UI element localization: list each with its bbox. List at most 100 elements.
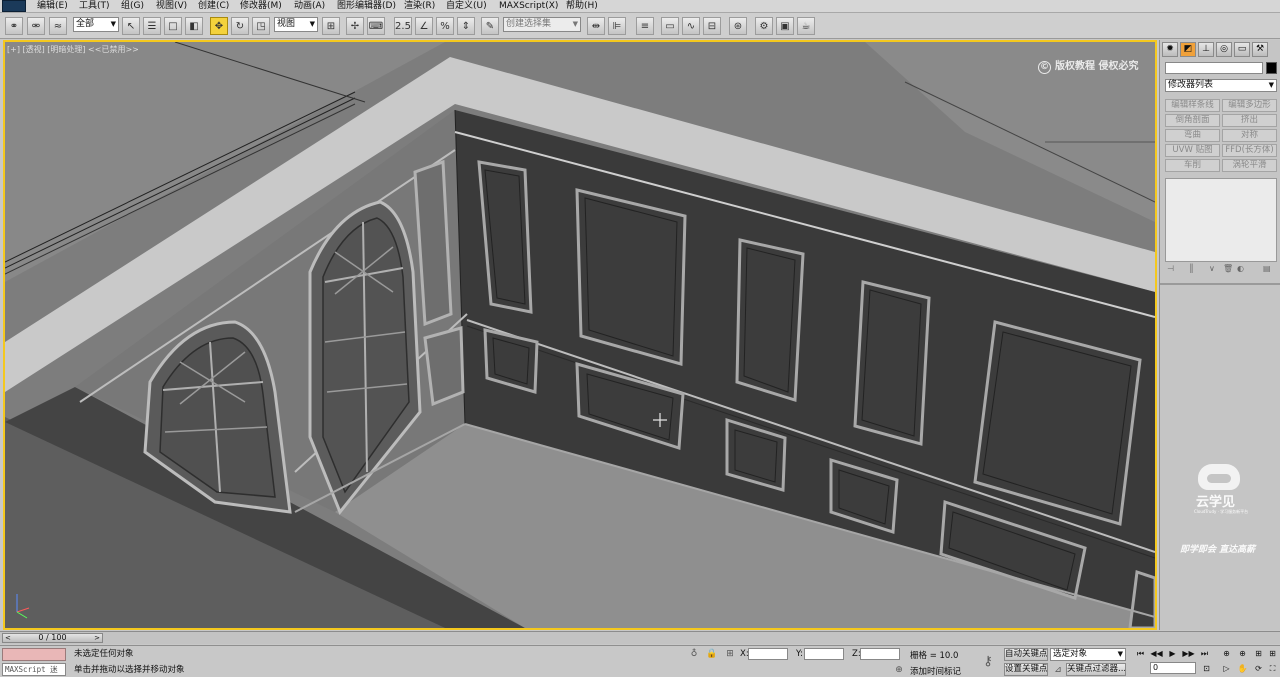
- isolate-icon[interactable]: ♁: [688, 648, 700, 660]
- previous-frame-icon[interactable]: ◀◀: [1150, 648, 1163, 660]
- menu-modifiers[interactable]: 修改器(M): [240, 1, 282, 12]
- menu-tools[interactable]: 工具(T): [79, 1, 110, 12]
- select-manipulate-icon[interactable]: ✢: [346, 17, 364, 35]
- keyboard-shortcut-icon[interactable]: ⌨: [367, 17, 385, 35]
- zoom-all-icon[interactable]: ⊕: [1236, 648, 1249, 660]
- modify-tab-icon[interactable]: ◩: [1180, 42, 1196, 57]
- selection-filter-dropdown[interactable]: 全部 ▼: [73, 17, 119, 32]
- auto-key-button[interactable]: 自动关键点: [1004, 648, 1048, 661]
- modifier-stack-list[interactable]: [1165, 178, 1277, 262]
- modifier-symmetry-button[interactable]: 对称: [1222, 129, 1277, 142]
- app-logo[interactable]: [2, 0, 26, 12]
- zoom-extents-icon[interactable]: ⊞: [1252, 648, 1265, 660]
- zoom-extents-all-icon[interactable]: ⊞: [1266, 648, 1279, 660]
- maxscript-input[interactable]: MAXScript 迷: [2, 663, 66, 676]
- maxscript-listener-mini[interactable]: [2, 648, 66, 661]
- modifier-lathe-button[interactable]: 车削: [1165, 159, 1220, 172]
- modifier-turbosmooth-button[interactable]: 涡轮平滑: [1222, 159, 1277, 172]
- show-end-result-icon[interactable]: ║: [1189, 264, 1194, 273]
- set-key-button[interactable]: 设置关键点: [1004, 663, 1048, 676]
- fov-icon[interactable]: ▷: [1220, 663, 1233, 675]
- absolute-mode-icon[interactable]: ⊞: [724, 648, 736, 660]
- modifier-bevel-profile-button[interactable]: 倒角剖面: [1165, 114, 1220, 127]
- menu-maxscript[interactable]: MAXScript(X): [499, 1, 558, 12]
- go-to-start-icon[interactable]: ⏮: [1134, 648, 1147, 660]
- go-to-end-icon[interactable]: ⏭: [1198, 648, 1211, 660]
- utilities-tab-icon[interactable]: ⚒: [1252, 42, 1268, 57]
- make-unique-icon[interactable]: ∨: [1209, 264, 1215, 273]
- align-icon[interactable]: ⊫: [608, 17, 626, 35]
- selection-lock-icon[interactable]: 🔒: [706, 648, 718, 660]
- reference-coord-dropdown[interactable]: 视图 ▼: [274, 17, 318, 32]
- maximize-viewport-icon[interactable]: ⛶: [1266, 663, 1279, 675]
- modifier-list-dropdown[interactable]: 修改器列表 ▼: [1165, 79, 1277, 92]
- time-config-icon[interactable]: ⊡: [1200, 663, 1213, 675]
- unlink-icon[interactable]: ⚮: [27, 17, 45, 35]
- schematic-icon[interactable]: ⊟: [703, 17, 721, 35]
- viewport-label[interactable]: [+] [透视] [明暗处理] <<已禁用>>: [7, 44, 139, 55]
- next-frame-icon[interactable]: ▶▶: [1182, 648, 1195, 660]
- remove-modifier-icon[interactable]: 🗑: [1223, 264, 1233, 273]
- render-icon[interactable]: ☕: [797, 17, 815, 35]
- menu-edit[interactable]: 编辑(E): [37, 1, 68, 12]
- edit-named-sets-icon[interactable]: ✎: [481, 17, 499, 35]
- time-slider-prev[interactable]: <: [5, 634, 11, 642]
- menu-views[interactable]: 视图(V): [156, 1, 187, 12]
- object-color-swatch[interactable]: [1266, 62, 1277, 74]
- key-mode-dropdown[interactable]: 选定对象 ▼: [1050, 648, 1126, 661]
- motion-tab-icon[interactable]: ◎: [1216, 42, 1232, 57]
- modifier-bend-button[interactable]: 弯曲: [1165, 129, 1220, 142]
- named-selection-dropdown[interactable]: 创建选择集 ▼: [503, 17, 581, 32]
- modifier-uvw-map-button[interactable]: UVW 贴图: [1165, 144, 1220, 157]
- curve-editor-icon[interactable]: ∿: [682, 17, 700, 35]
- modifier-edit-spline-button[interactable]: 编辑样条线: [1165, 99, 1220, 112]
- rect-selection-icon[interactable]: □: [164, 17, 182, 35]
- menu-help[interactable]: 帮助(H): [566, 1, 598, 12]
- spinner-snap-icon[interactable]: ⇕: [457, 17, 475, 35]
- mirror-icon[interactable]: ⇹: [587, 17, 605, 35]
- menu-create[interactable]: 创建(C): [198, 1, 229, 12]
- time-tag-icon[interactable]: ⊕: [893, 664, 905, 676]
- render-setup-icon[interactable]: ⚙: [755, 17, 773, 35]
- rotate-icon[interactable]: ↻: [231, 17, 249, 35]
- angle-snap-icon[interactable]: ∠: [415, 17, 433, 35]
- object-name-field[interactable]: [1165, 62, 1263, 74]
- orbit-icon[interactable]: ⟳: [1252, 663, 1265, 675]
- layer-manager-icon[interactable]: ≡: [636, 17, 654, 35]
- time-slider-next[interactable]: >: [94, 634, 100, 642]
- hierarchy-tab-icon[interactable]: ⊥: [1198, 42, 1214, 57]
- create-tab-icon[interactable]: ✹: [1162, 42, 1178, 57]
- bind-spacewarp-icon[interactable]: ≈: [49, 17, 67, 35]
- select-object-icon[interactable]: ↖: [122, 17, 140, 35]
- snap-icon[interactable]: 2.5: [394, 17, 412, 35]
- key-filters-button[interactable]: 关键点过滤器...: [1066, 663, 1126, 676]
- x-coord-field[interactable]: [748, 648, 788, 660]
- scale-icon[interactable]: ◳: [252, 17, 270, 35]
- menu-customize[interactable]: 自定义(U): [446, 1, 487, 12]
- link-icon[interactable]: ⚭: [5, 17, 23, 35]
- menu-rendering[interactable]: 渲染(R): [404, 1, 435, 12]
- time-slider-thumb[interactable]: < 0 / 100 >: [2, 633, 103, 643]
- display-tab-icon[interactable]: ▭: [1234, 42, 1250, 57]
- y-coord-field[interactable]: [804, 648, 844, 660]
- time-slider-track[interactable]: < 0 / 100 >: [0, 631, 1280, 644]
- graphite-icon[interactable]: ▭: [661, 17, 679, 35]
- select-by-name-icon[interactable]: ☰: [143, 17, 161, 35]
- current-frame-field[interactable]: 0: [1150, 662, 1196, 674]
- menu-group[interactable]: 组(G): [121, 1, 144, 12]
- menu-animation[interactable]: 动画(A): [294, 1, 325, 12]
- rendered-frame-icon[interactable]: ▣: [776, 17, 794, 35]
- set-key-icon[interactable]: ⚷: [978, 655, 998, 668]
- percent-snap-icon[interactable]: %: [436, 17, 454, 35]
- move-icon[interactable]: ✥: [210, 17, 228, 35]
- configure-modifier-sets-icon[interactable]: ▤: [1263, 264, 1271, 273]
- play-icon[interactable]: ▶: [1166, 648, 1179, 660]
- material-editor-icon[interactable]: ⊛: [729, 17, 747, 35]
- pan-icon[interactable]: ✋: [1236, 663, 1249, 675]
- z-coord-field[interactable]: [860, 648, 900, 660]
- perspective-viewport[interactable]: [+] [透视] [明暗处理] <<已禁用>> © 版权教程 侵权必究: [3, 40, 1157, 630]
- pin-stack-icon[interactable]: ⊣: [1167, 264, 1174, 273]
- zoom-icon[interactable]: ⊕: [1220, 648, 1233, 660]
- configure-sets-icon[interactable]: ◐: [1237, 264, 1244, 273]
- pivot-icon[interactable]: ⊞: [322, 17, 340, 35]
